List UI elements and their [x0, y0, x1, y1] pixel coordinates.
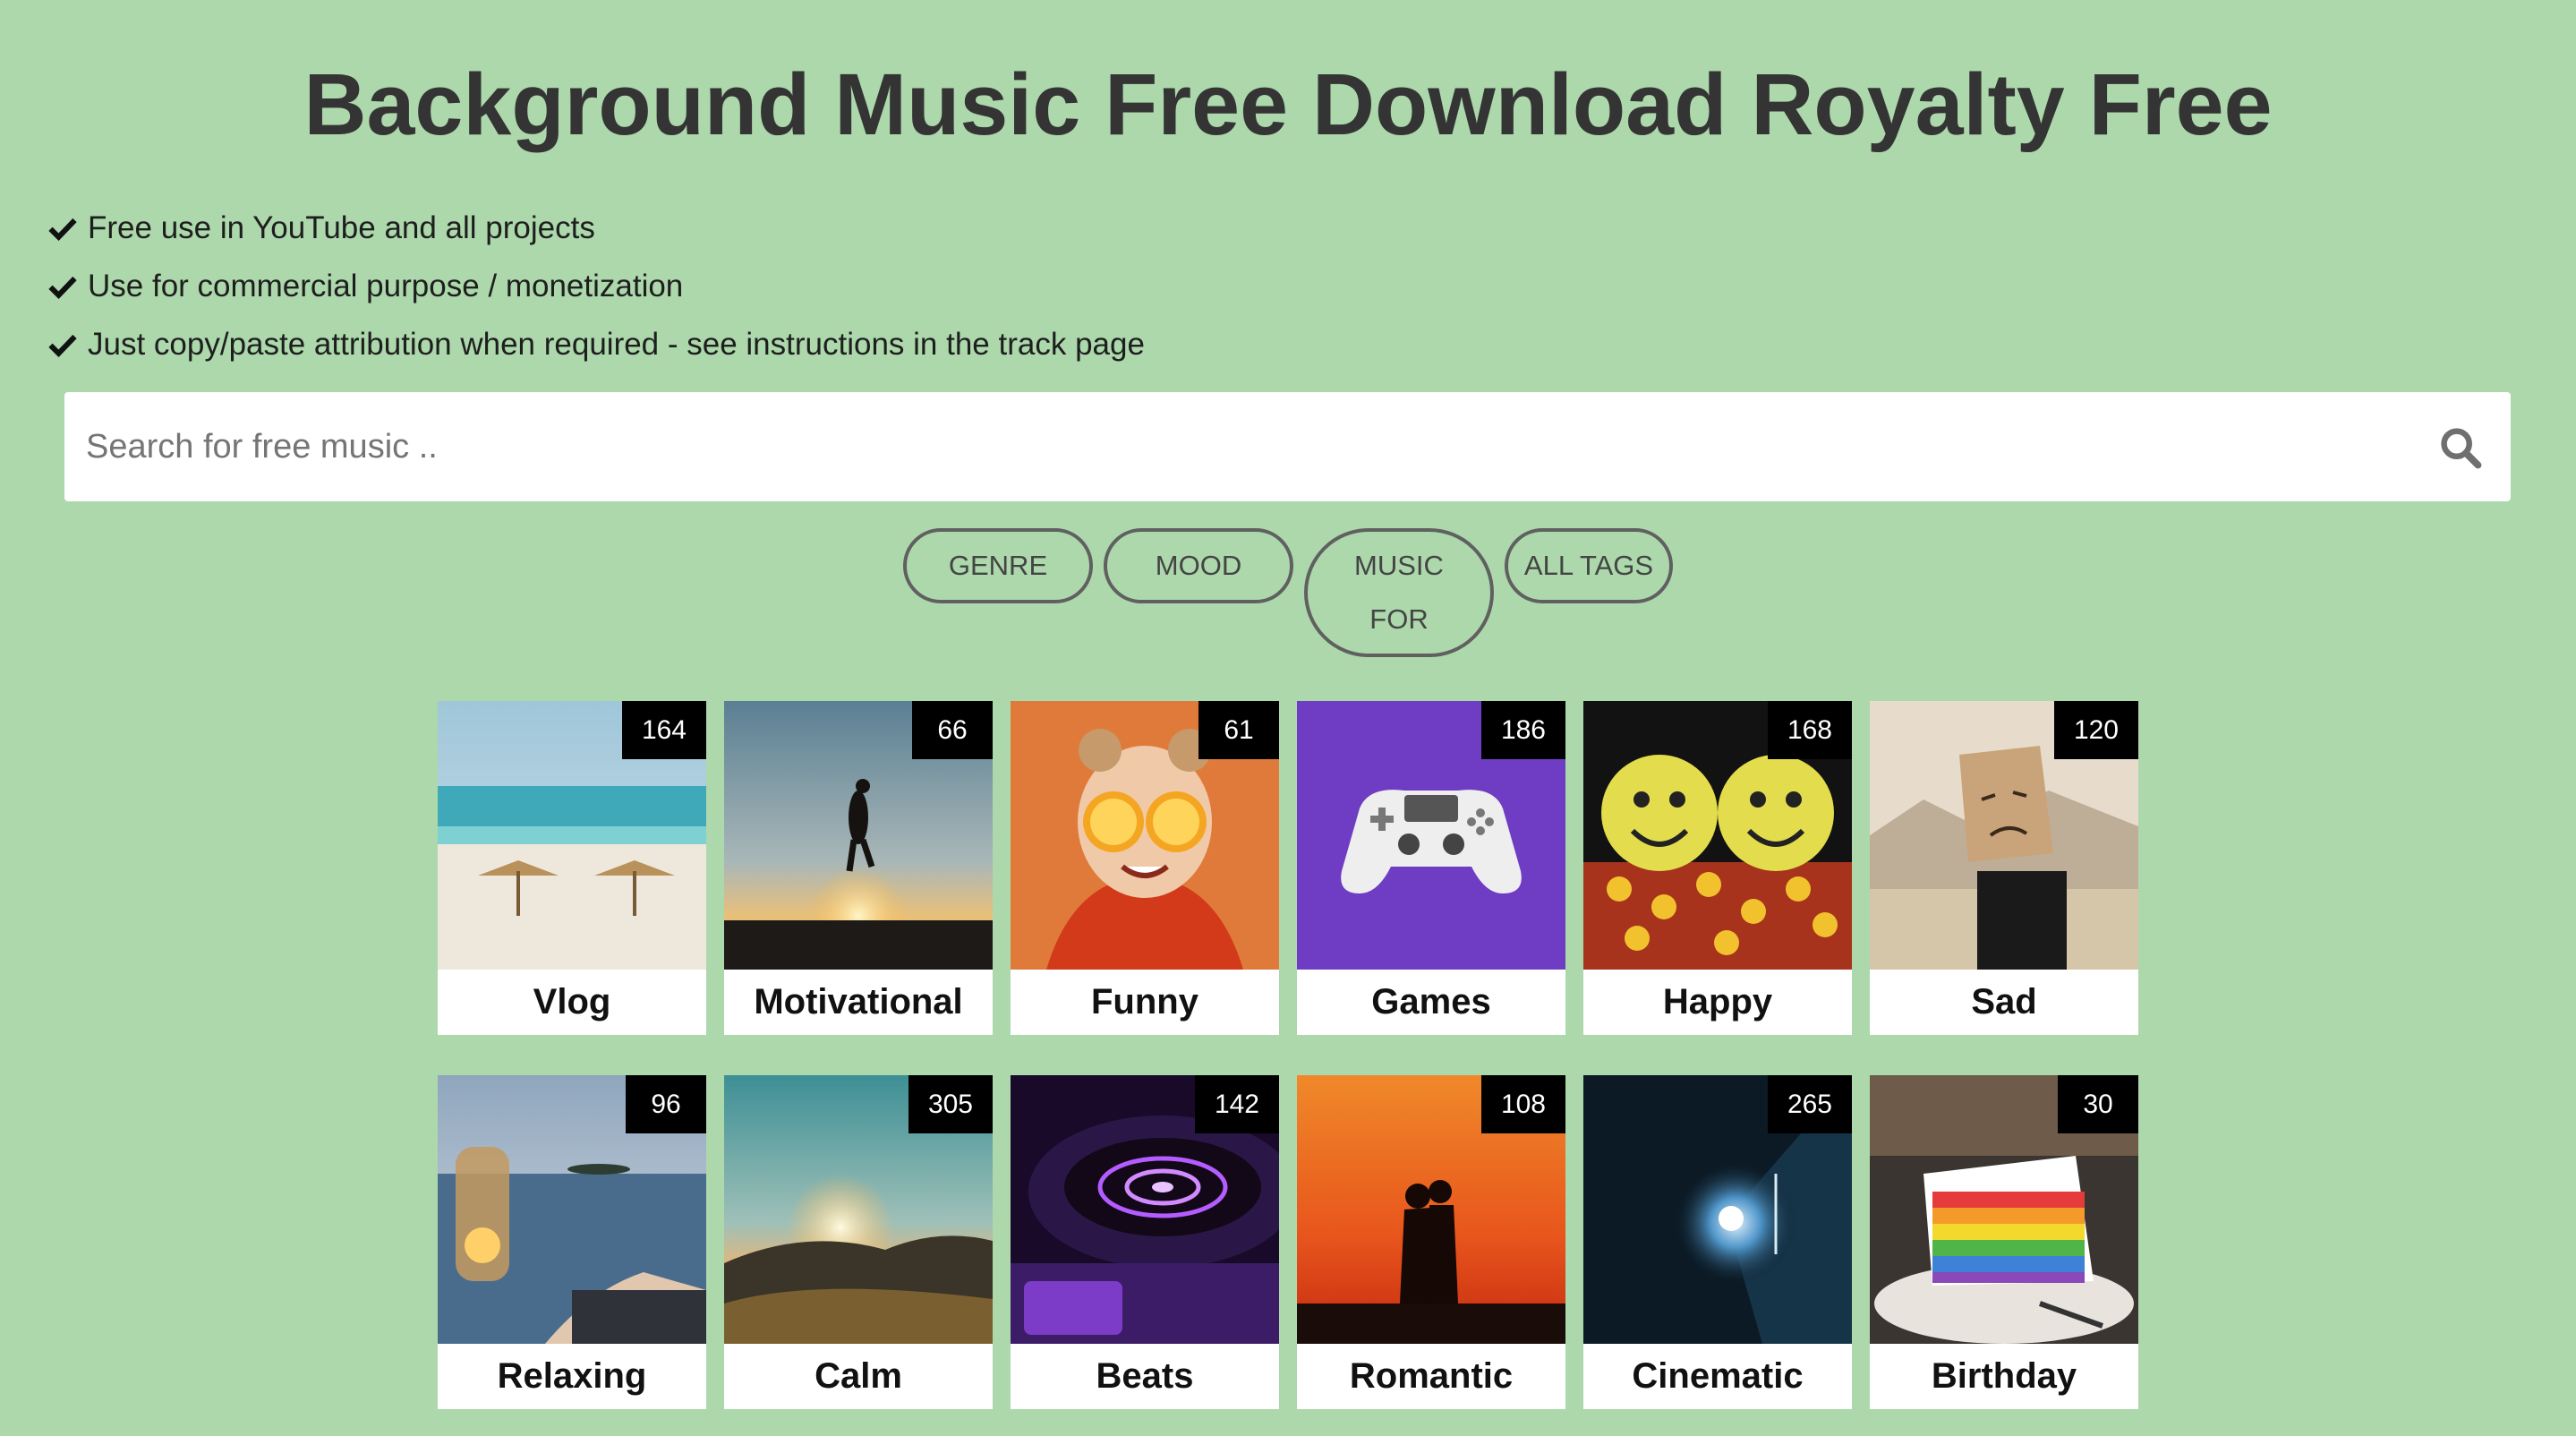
tag-all-tags-label: ALL TAGS — [1523, 550, 1654, 581]
category-grid: 164 Vlog 66 Motivational 61 Funny 186 Ga… — [438, 701, 2138, 1409]
category-label: Funny — [1091, 982, 1198, 1021]
feature-item: Just copy/paste attribution when require… — [47, 315, 1145, 373]
category-label: Romantic — [1349, 1356, 1514, 1396]
feature-item: Use for commercial purpose / monetizatio… — [47, 257, 1145, 315]
category-card-vlog[interactable]: 164 Vlog — [438, 701, 706, 1035]
track-count-badge: 168 — [1767, 701, 1852, 759]
category-card-romantic[interactable]: 108 Romantic — [1297, 1075, 1565, 1409]
track-count-badge: 96 — [626, 1075, 706, 1133]
category-label: Relaxing — [497, 1356, 647, 1396]
category-card-cinematic[interactable]: 265 Cinematic — [1583, 1075, 1852, 1409]
check-icon — [47, 212, 79, 244]
category-label: Happy — [1662, 982, 1773, 1021]
category-label: Motivational — [754, 982, 963, 1021]
search-bar — [64, 392, 2511, 501]
tag-music-for-label-line1: MUSIC — [1354, 550, 1444, 581]
track-count-badge: 61 — [1198, 701, 1279, 759]
track-count-badge: 265 — [1767, 1075, 1852, 1133]
category-label: Beats — [1096, 1356, 1194, 1396]
page-title: Background Music Free Download Royalty F… — [303, 56, 2273, 153]
category-card-games[interactable]: 186 Games — [1297, 701, 1565, 1035]
tag-music-for-label-line2: FOR — [1369, 603, 1429, 635]
track-count-badge: 164 — [621, 701, 706, 759]
category-label: Vlog — [533, 982, 611, 1021]
category-card-funny[interactable]: 61 Funny — [1011, 701, 1279, 1035]
feature-text: Use for commercial purpose / monetizatio… — [88, 268, 684, 303]
category-label: Games — [1371, 982, 1491, 1021]
track-count-badge: 30 — [2058, 1075, 2138, 1133]
category-card-sad[interactable]: 120 Sad — [1870, 701, 2138, 1035]
category-label: Sad — [1971, 982, 2037, 1021]
tag-mood-label: MOOD — [1155, 550, 1242, 581]
tag-all-tags-button[interactable]: ALL TAGS — [1505, 528, 1673, 603]
category-card-happy[interactable]: 168 Happy — [1583, 701, 1852, 1035]
track-count-badge: 186 — [1480, 701, 1565, 759]
feature-item: Free use in YouTube and all projects — [47, 199, 1145, 257]
track-count-badge: 120 — [2053, 701, 2138, 759]
tag-music-for-button[interactable]: MUSIC FOR — [1304, 528, 1494, 657]
tag-nav: GENRE MOOD MUSIC FOR ALL TAGS — [0, 528, 2576, 657]
tag-genre-label: GENRE — [948, 550, 1048, 581]
category-card-birthday[interactable]: 30 Birthday — [1870, 1075, 2138, 1409]
feature-text: Free use in YouTube and all projects — [88, 209, 595, 245]
category-card-motivational[interactable]: 66 Motivational — [724, 701, 993, 1035]
tag-genre-button[interactable]: GENRE — [903, 528, 1093, 603]
category-card-relaxing[interactable]: 96 Relaxing — [438, 1075, 706, 1409]
check-icon — [47, 329, 79, 361]
track-count-badge: 66 — [912, 701, 993, 759]
search-icon[interactable] — [2437, 424, 2484, 471]
feature-list: Free use in YouTube and all projects Use… — [47, 199, 1145, 373]
track-count-badge: 108 — [1480, 1075, 1565, 1133]
search-input[interactable] — [86, 392, 2395, 501]
category-card-calm[interactable]: 305 Calm — [724, 1075, 993, 1409]
track-count-badge: 305 — [908, 1075, 993, 1133]
category-label: Calm — [815, 1356, 902, 1396]
track-count-badge: 142 — [1194, 1075, 1279, 1133]
category-card-beats[interactable]: 142 Beats — [1011, 1075, 1279, 1409]
category-label: Birthday — [1931, 1356, 2077, 1396]
tag-mood-button[interactable]: MOOD — [1104, 528, 1293, 603]
category-label: Cinematic — [1632, 1356, 1804, 1396]
check-icon — [47, 270, 79, 303]
feature-text: Just copy/paste attribution when require… — [88, 326, 1145, 362]
